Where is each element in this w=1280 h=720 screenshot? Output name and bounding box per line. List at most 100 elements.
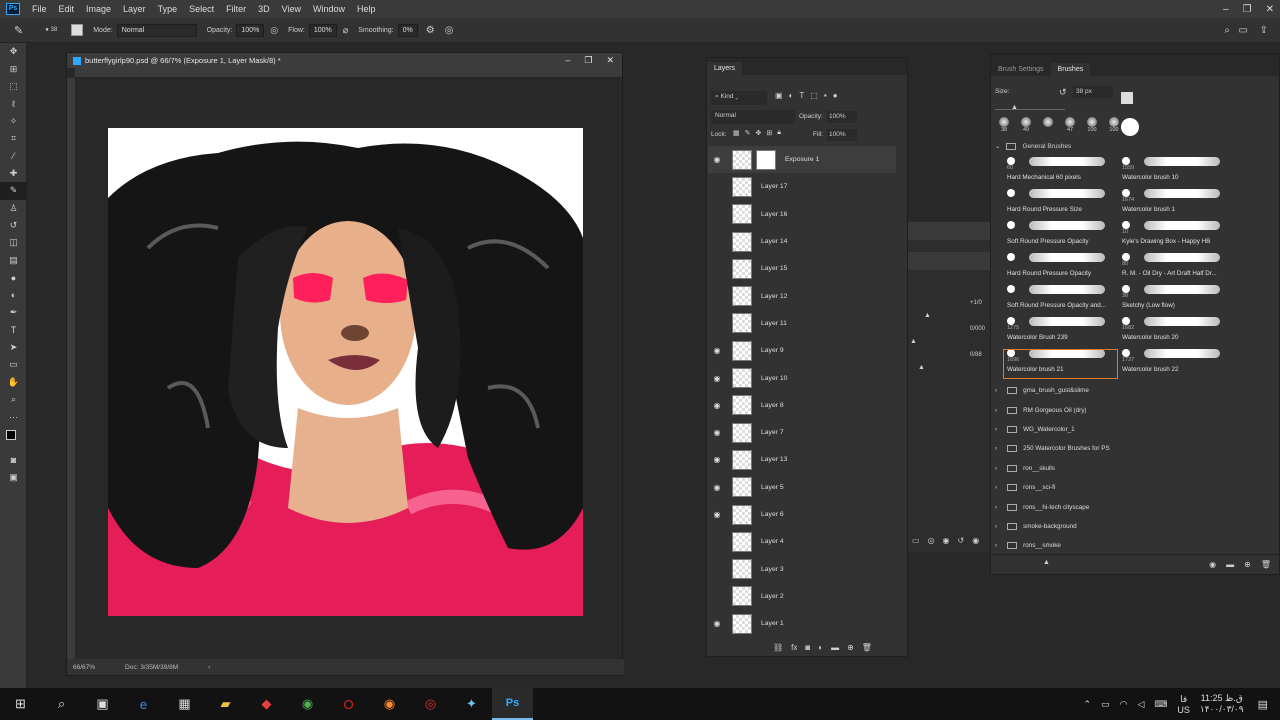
tab-brush-settings[interactable]: Brush Settings	[991, 63, 1051, 76]
photoshop-taskbar-icon[interactable]: Ps	[492, 688, 533, 720]
history-brush-tool-icon[interactable]: ↺	[0, 217, 27, 234]
search-icon[interactable]: ⌕	[41, 688, 82, 720]
folder-expand-icon[interactable]: ›	[995, 523, 997, 530]
layer-row[interactable]: ◉ Layer 7	[708, 419, 896, 446]
layer-row[interactable]: Layer 12	[708, 283, 896, 310]
filter-toggle-icon[interactable]: ●	[833, 91, 838, 100]
brush-folder[interactable]: › 250 Watercolor Brushes for PS	[995, 439, 1275, 458]
adjustment-filter-icon[interactable]: ◐	[789, 91, 794, 100]
delete-layer-icon[interactable]: 🗑︎	[862, 643, 872, 652]
new-layer-icon[interactable]: ⊕	[847, 643, 854, 652]
eraser-tool-icon[interactable]: ◫	[0, 234, 27, 251]
brush-preset[interactable]: 1559 Watercolor brush 10	[1118, 154, 1230, 184]
quick-mask-icon[interactable]: ◙	[0, 452, 27, 469]
marquee-tool-icon[interactable]: ⬚	[0, 78, 27, 95]
layer-style-icon[interactable]: fx	[791, 643, 797, 652]
visibility-eye-icon[interactable]: ◉	[708, 428, 726, 437]
brush-preset[interactable]: 80 R. M. - Oil Dry - Art Draft Half Dr...	[1118, 250, 1230, 280]
folder-expand-icon[interactable]: ›	[995, 445, 997, 452]
layer-row[interactable]: ◉ Layer 1	[708, 610, 896, 637]
airbrush-icon[interactable]: ⌀	[343, 25, 348, 36]
smart-object-filter-icon[interactable]: ▪	[824, 91, 827, 100]
footer-icon-4[interactable]: ↺	[958, 536, 965, 545]
preview-size-slider-handle[interactable]: ▲	[1043, 559, 1050, 566]
windows-start-icon[interactable]: ⊞	[0, 688, 41, 720]
new-brush-button-icon[interactable]: ⊕	[1244, 560, 1251, 569]
general-brushes-group[interactable]: ⌄ General Brushes	[995, 142, 1071, 150]
pixel-filter-icon[interactable]: ▣	[775, 91, 783, 100]
menu-filter[interactable]: Filter	[220, 4, 252, 14]
lock-position-icon[interactable]: ✥	[756, 129, 762, 137]
close-icon[interactable]: ✕	[1266, 4, 1274, 15]
layer-row[interactable]: Layer 15	[708, 255, 896, 282]
new-group-icon[interactable]: ▬	[831, 643, 839, 652]
path-select-tool-icon[interactable]: ➤	[0, 339, 27, 356]
visibility-eye-icon[interactable]: ◉	[708, 455, 726, 464]
visibility-eye-icon[interactable]: ◉	[708, 619, 726, 628]
recent-brush[interactable]: 38	[997, 117, 1011, 139]
volume-icon[interactable]: ◁	[1137, 699, 1144, 710]
visibility-eye-icon[interactable]: ◉	[708, 483, 726, 492]
clock[interactable]: 11:25 ق.ظ ۱۴۰۰/۰۳/۰۹	[1200, 693, 1244, 715]
footer-icon-3[interactable]: ◉	[943, 536, 950, 545]
layer-row[interactable]: Layer 2	[708, 583, 896, 610]
lasso-tool-icon[interactable]: ℓ	[0, 95, 27, 112]
visibility-eye-icon[interactable]: ◉	[708, 155, 726, 164]
document-tab[interactable]: butterflygirlp90.psd @ 66/7% (Exposure 1…	[67, 53, 622, 68]
restore-icon[interactable]: ❐	[1243, 4, 1252, 15]
toggle-preview-icon[interactable]: ◉	[1209, 560, 1216, 569]
crop-tool-icon[interactable]: ⌗	[0, 130, 27, 147]
new-brush-icon[interactable]	[1121, 92, 1133, 104]
slider-triangle-3[interactable]: ▲	[918, 364, 925, 371]
layer-row[interactable]: ◉ Layer 5	[708, 474, 896, 501]
calculator-icon[interactable]: ▦	[164, 688, 205, 720]
healing-tool-icon[interactable]: ✚	[0, 165, 27, 182]
layer-row[interactable]: Layer 14	[708, 228, 896, 255]
clone-stamp-tool-icon[interactable]: ♙	[0, 200, 27, 217]
menu-type[interactable]: Type	[152, 4, 184, 14]
recent-brush[interactable]: 47	[1063, 117, 1077, 139]
more-tools-icon[interactable]: ···	[0, 408, 27, 425]
gear-icon[interactable]: ⚙	[426, 25, 435, 36]
opacity-field[interactable]: 100%	[236, 23, 265, 37]
type-filter-icon[interactable]: T	[799, 91, 804, 100]
fill-field[interactable]: 100%	[827, 129, 857, 141]
brush-preset[interactable]: Hard Round Pressure Opacity	[1003, 250, 1115, 280]
menu-edit[interactable]: Edit	[53, 4, 81, 14]
group-expand-icon[interactable]: ⌄	[995, 142, 1000, 150]
brush-tool-icon[interactable]: ✎	[0, 182, 27, 200]
size-slider-handle[interactable]: ▲	[1011, 104, 1018, 111]
brush-preset[interactable]: 1674 Watercolor brush 1	[1118, 186, 1230, 216]
footer-icon-5[interactable]: ◉	[972, 536, 979, 545]
brush-preset[interactable]: 1682 Watercolor brush 20	[1118, 314, 1230, 344]
layer-row[interactable]: ◉ Layer 10	[708, 364, 896, 391]
task-view-icon[interactable]: ▣	[82, 688, 123, 720]
layer-row[interactable]: Layer 3	[708, 556, 896, 583]
file-explorer-icon[interactable]: ▰	[205, 688, 246, 720]
brush-preset[interactable]: 60 Hard Mechanical 60 pixels	[1003, 154, 1115, 184]
layer-mask-thumbnail[interactable]	[756, 149, 776, 170]
slider-triangle-1[interactable]: ▲	[924, 312, 931, 319]
folder-expand-icon[interactable]: ›	[995, 542, 997, 549]
language-indicator[interactable]: فا US	[1177, 694, 1190, 715]
move-tool-icon[interactable]: ✥	[0, 43, 27, 60]
brush-tool-icon[interactable]: ✎	[14, 24, 23, 37]
search-icon[interactable]: ⌕	[1224, 25, 1230, 36]
lock-artboard-icon[interactable]: ⊞	[766, 129, 772, 137]
pen-tool-icon[interactable]: ✒	[0, 304, 27, 321]
visibility-eye-icon[interactable]: ◉	[708, 510, 726, 519]
recent-brush[interactable]	[1041, 117, 1055, 139]
brush-folder[interactable]: › smoke-background	[995, 517, 1275, 536]
mode-select[interactable]: Normal	[116, 23, 197, 37]
menu-select[interactable]: Select	[183, 4, 220, 14]
brush-folder[interactable]: › gma_brush_gust&slime	[995, 381, 1275, 400]
tab-layers[interactable]: Layers	[707, 62, 743, 75]
blur-tool-icon[interactable]: ●	[0, 269, 27, 286]
doc-close-icon[interactable]: ✕	[606, 55, 614, 66]
folder-expand-icon[interactable]: ›	[995, 407, 997, 414]
brush-folder[interactable]: › ron__skulls	[995, 459, 1275, 478]
brush-folder[interactable]: › RM Gorgeous Oil (dry)	[995, 400, 1275, 419]
brush-preset[interactable]: Soft Round Pressure Opacity	[1003, 218, 1115, 248]
lock-image-icon[interactable]: ✎	[745, 129, 751, 137]
folder-expand-icon[interactable]: ›	[995, 387, 997, 394]
